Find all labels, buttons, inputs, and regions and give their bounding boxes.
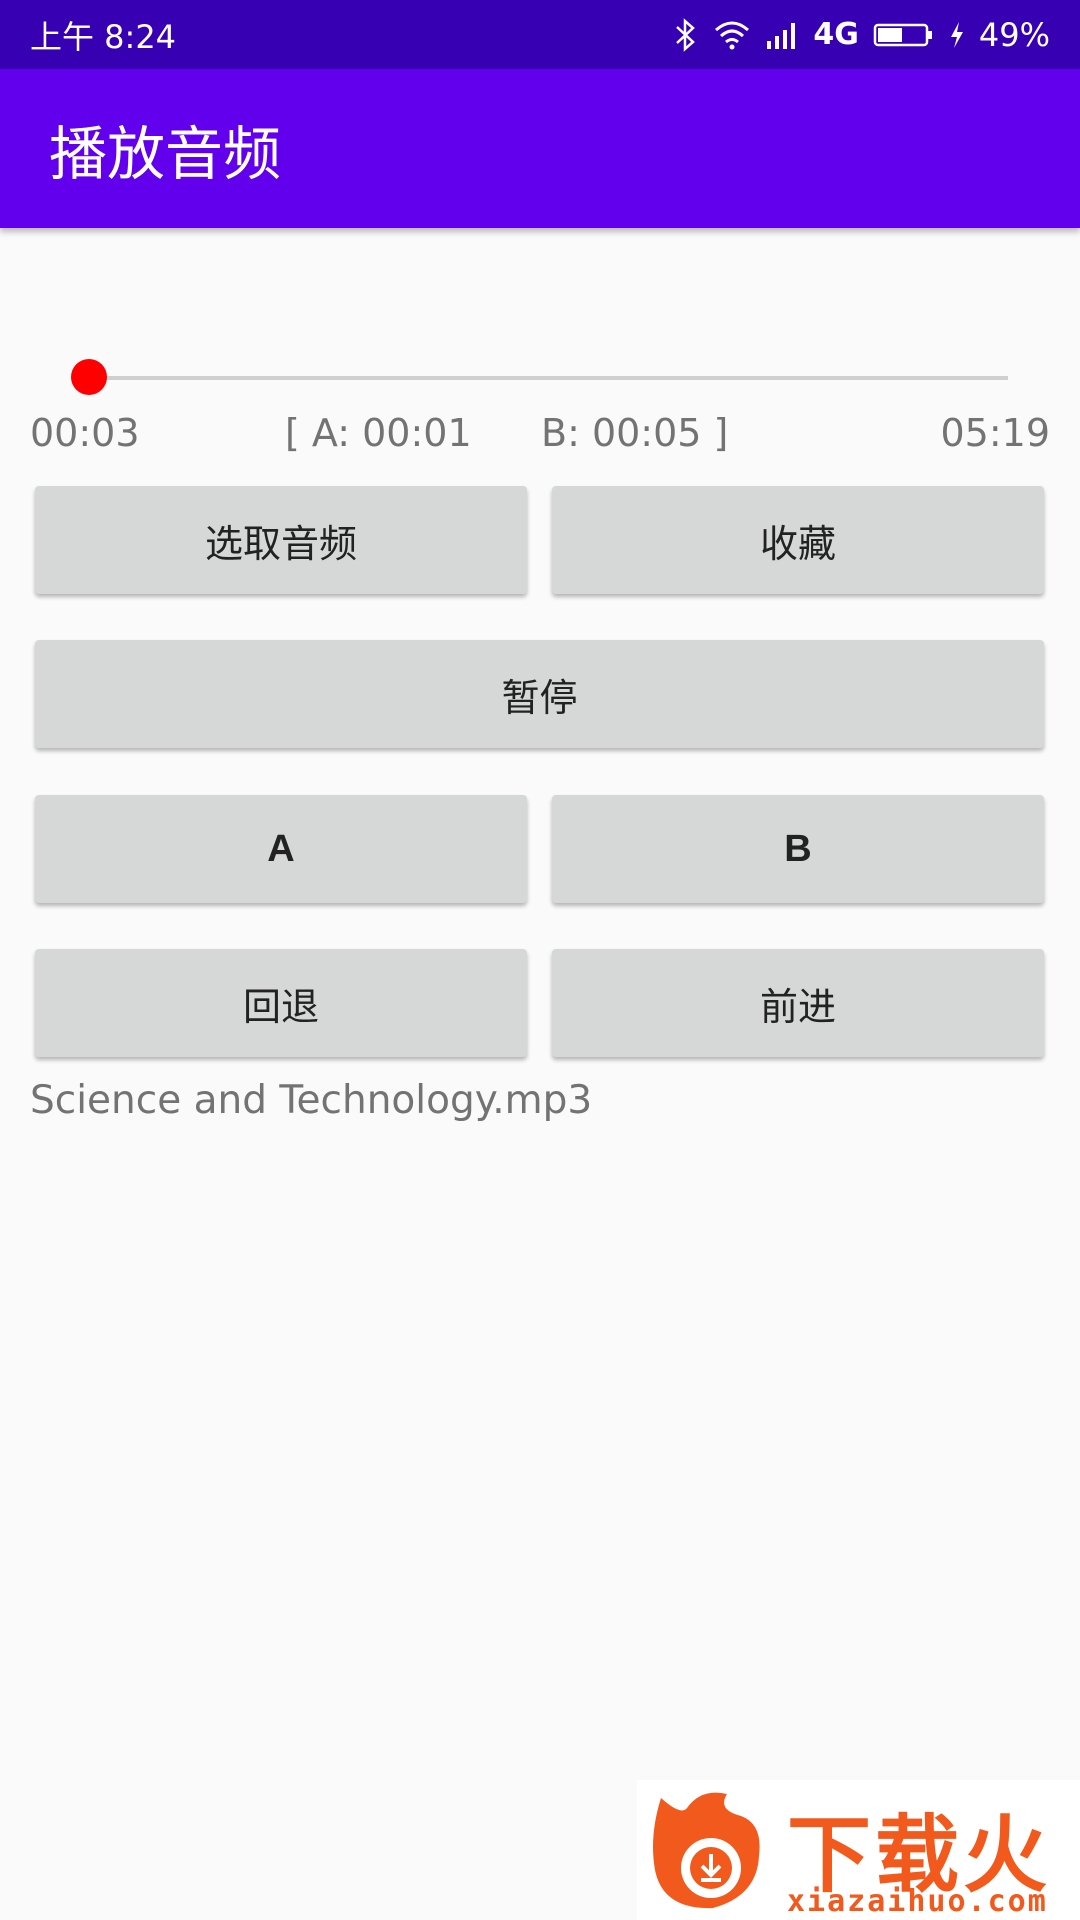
point-a-time: [ A: 00:01 (285, 411, 472, 455)
battery-percent: 49% (978, 15, 1050, 54)
point-b-time: B: 00:05 ] (541, 411, 729, 455)
battery-icon (873, 22, 935, 48)
wifi-icon (713, 20, 751, 50)
watermark: 下载火 xiazaihuo.com (637, 1780, 1080, 1920)
status-icons: 4G 49% (673, 16, 1050, 54)
rewind-button[interactable]: 回退 (35, 949, 527, 1057)
pause-button[interactable]: 暂停 (35, 640, 1044, 748)
page-title: 播放音频 (49, 119, 282, 188)
status-time: 上午 8:24 (30, 17, 177, 56)
status-bar: 上午 8:24 4G 49% (0, 0, 1080, 69)
total-duration: 05:19 (940, 411, 1050, 455)
favorite-button[interactable]: 收藏 (552, 486, 1044, 594)
app-bar: 播放音频 (0, 69, 1080, 228)
charging-icon (949, 21, 965, 49)
seek-bar-thumb[interactable] (70, 359, 107, 395)
bluetooth-icon (673, 17, 699, 52)
seek-bar[interactable] (70, 359, 1008, 395)
current-position: 00:03 (30, 411, 140, 455)
select-audio-button[interactable]: 选取音频 (35, 486, 527, 594)
set-point-b-button[interactable]: B (552, 795, 1044, 903)
forward-button[interactable]: 前进 (552, 949, 1044, 1057)
network-type: 4G (813, 17, 859, 52)
file-name: Science and Technology.mp3 (30, 1078, 593, 1123)
signal-icon (765, 21, 799, 49)
set-point-a-button[interactable]: A (35, 795, 527, 903)
watermark-url: xiazaihuo.com (787, 1884, 1048, 1919)
flame-logo-icon (653, 1792, 760, 1909)
